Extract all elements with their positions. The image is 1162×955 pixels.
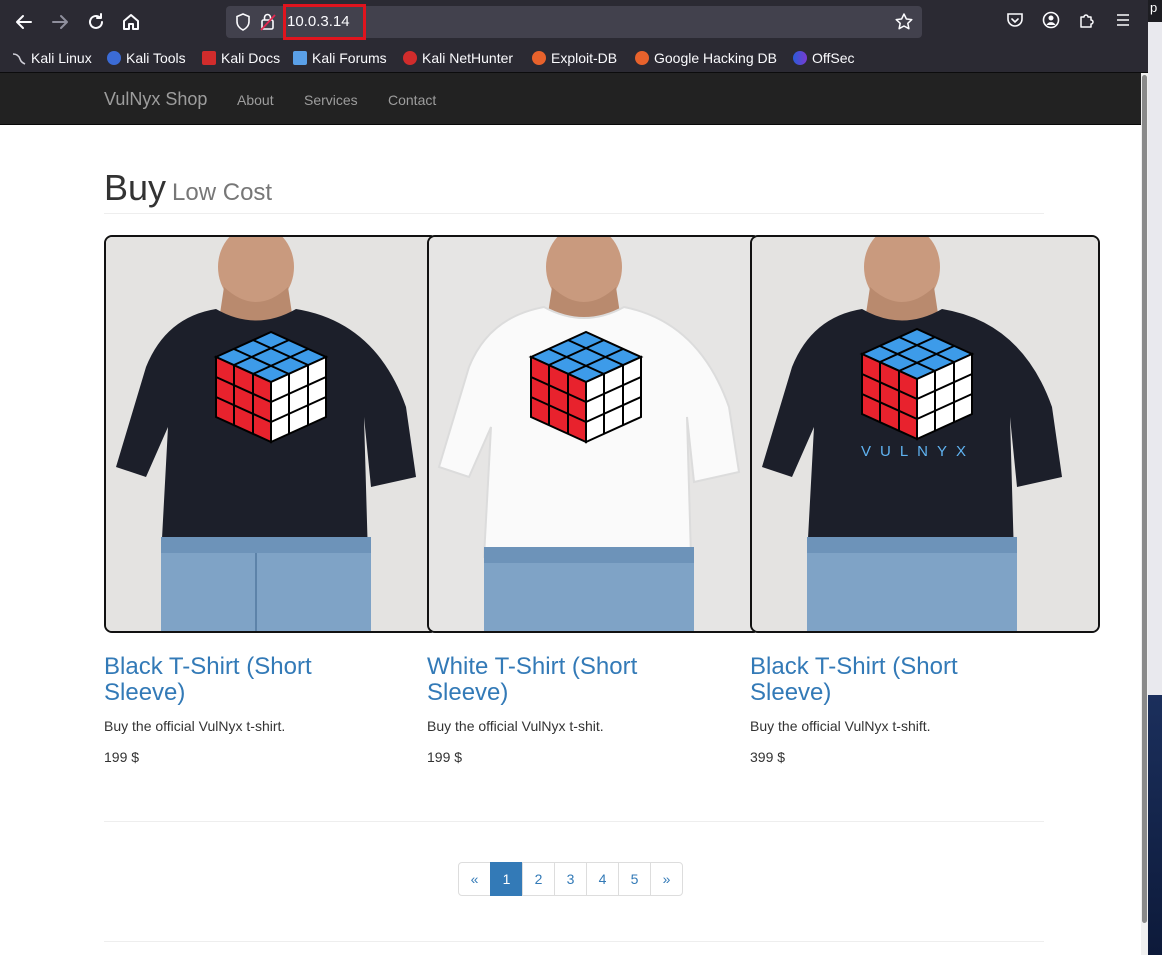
bookmark-kali-tools[interactable]: Kali Tools bbox=[107, 49, 186, 67]
product-image-black-tshirt[interactable] bbox=[104, 235, 438, 633]
page-scrollbar[interactable] bbox=[1141, 73, 1148, 955]
bookmark-offsec[interactable]: OffSec bbox=[793, 49, 855, 67]
divider bbox=[104, 213, 1044, 214]
pagination-page[interactable]: 5 bbox=[618, 862, 651, 896]
extensions-icon[interactable] bbox=[1078, 11, 1096, 34]
pagination-page[interactable]: 2 bbox=[522, 862, 555, 896]
pagination-page[interactable]: 1 bbox=[490, 862, 523, 896]
page-subtitle: Low Cost bbox=[172, 179, 273, 206]
url-bar[interactable]: 10.0.3.14 bbox=[226, 4, 922, 40]
product-description: Buy the official VulNyx t-shift. bbox=[750, 718, 931, 734]
pagination: « 1 2 3 4 5 » bbox=[458, 862, 683, 896]
account-icon[interactable] bbox=[1042, 11, 1060, 34]
forward-arrow-icon[interactable] bbox=[47, 9, 73, 35]
product-image-black-tshirt-vulnyx[interactable]: VULNYX bbox=[750, 235, 1100, 633]
divider bbox=[104, 941, 1044, 942]
pagination-page[interactable]: 3 bbox=[554, 862, 587, 896]
nav-services[interactable]: Services bbox=[304, 92, 358, 108]
edge-text: p bbox=[1150, 0, 1158, 15]
site-brand[interactable]: VulNyx Shop bbox=[104, 89, 207, 110]
bookmark-google-hacking-db[interactable]: Google Hacking DB bbox=[635, 49, 777, 67]
url-text[interactable]: 10.0.3.14 bbox=[287, 13, 350, 30]
product-image-white-tshirt[interactable] bbox=[427, 235, 761, 633]
bookmark-kali-forums[interactable]: Kali Forums bbox=[293, 49, 387, 67]
browser-toolbar: 10.0.3.14 bbox=[0, 0, 1148, 44]
product-price: 199 $ bbox=[427, 749, 463, 765]
product-description: Buy the official VulNyx t-shit. bbox=[427, 718, 604, 734]
divider bbox=[104, 821, 1044, 822]
reload-icon[interactable] bbox=[83, 9, 109, 35]
product-title[interactable]: Black T-Shirt (Short Sleeve) bbox=[750, 654, 990, 706]
kali-nethunter-icon bbox=[403, 51, 417, 65]
kali-forums-icon bbox=[293, 51, 307, 65]
bookmark-star-icon[interactable] bbox=[894, 12, 914, 37]
bookmarks-toolbar: Kali Linux Kali Tools Kali Docs Kali For… bbox=[0, 44, 1148, 73]
desktop-edge: p bbox=[1148, 0, 1162, 955]
vulnyx-print-text: VULNYX bbox=[861, 443, 975, 460]
nav-about[interactable]: About bbox=[237, 92, 274, 108]
product-price: 399 $ bbox=[750, 749, 786, 765]
back-arrow-icon[interactable] bbox=[11, 9, 37, 35]
kali-tools-icon bbox=[107, 51, 121, 65]
product-title[interactable]: White T-Shirt (Short Sleeve) bbox=[427, 654, 667, 706]
pocket-icon[interactable] bbox=[1006, 11, 1024, 34]
web-page: VulNyx Shop About Services Contact Buy Lo… bbox=[0, 73, 1141, 955]
bookmark-kali-docs[interactable]: Kali Docs bbox=[202, 49, 280, 67]
insecure-lock-icon[interactable] bbox=[260, 12, 276, 37]
menu-icon[interactable] bbox=[1114, 11, 1132, 34]
product-description: Buy the official VulNyx t-shirt. bbox=[104, 718, 286, 734]
nav-contact[interactable]: Contact bbox=[388, 92, 436, 108]
shield-icon[interactable] bbox=[234, 12, 252, 37]
bookmark-kali-nethunter[interactable]: Kali NetHunter bbox=[403, 49, 513, 67]
pagination-prev[interactable]: « bbox=[458, 862, 491, 896]
bookmark-exploit-db[interactable]: Exploit-DB bbox=[532, 49, 617, 67]
exploit-db-icon bbox=[532, 51, 546, 65]
ghdb-icon bbox=[635, 51, 649, 65]
offsec-icon bbox=[793, 51, 807, 65]
page-title: Buy Low Cost bbox=[104, 167, 273, 208]
kali-dragon-icon bbox=[12, 51, 26, 65]
bookmark-kali-linux[interactable]: Kali Linux bbox=[12, 49, 92, 67]
product-title[interactable]: Black T-Shirt (Short Sleeve) bbox=[104, 654, 344, 706]
pagination-next[interactable]: » bbox=[650, 862, 683, 896]
kali-docs-icon bbox=[202, 51, 216, 65]
scrollbar-thumb[interactable] bbox=[1142, 75, 1147, 923]
home-icon[interactable] bbox=[118, 9, 144, 35]
pagination-page[interactable]: 4 bbox=[586, 862, 619, 896]
site-navbar: VulNyx Shop About Services Contact bbox=[0, 73, 1141, 125]
product-price: 199 $ bbox=[104, 749, 140, 765]
